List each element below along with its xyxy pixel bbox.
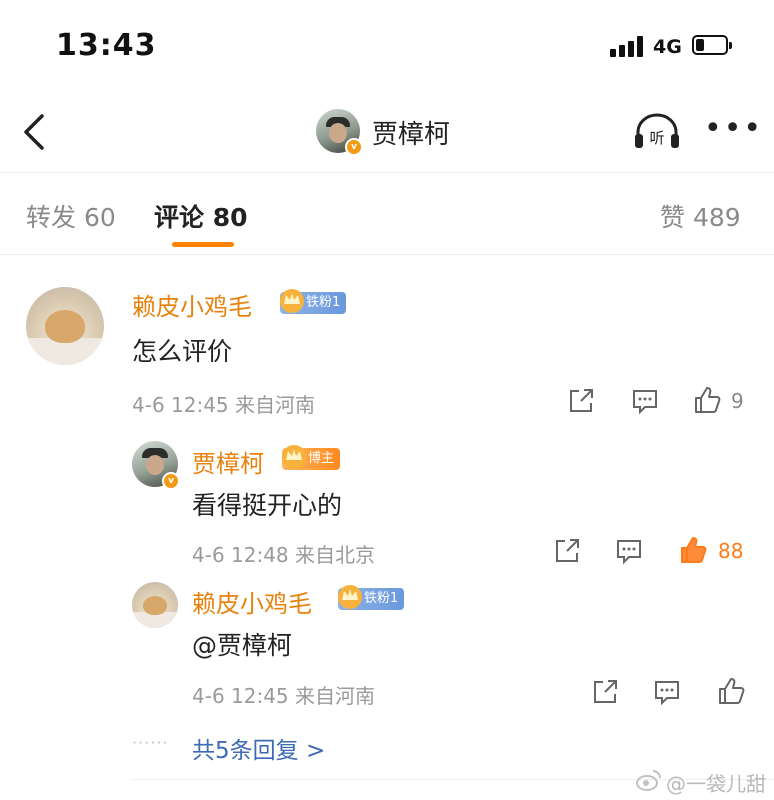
svg-text:听: 听 <box>649 129 664 147</box>
page-title[interactable]: 贾樟柯 <box>372 114 450 151</box>
status-time: 13:43 <box>56 28 157 63</box>
verified-icon: v <box>345 138 363 156</box>
more-icon[interactable]: ••• <box>704 114 763 144</box>
reply-icon[interactable] <box>630 386 660 416</box>
comment-time: 4-6 12:45 <box>192 684 289 708</box>
comment-meta: 4-6 12:48 来自北京 <box>192 539 375 568</box>
battery-icon <box>692 35 732 55</box>
tab-reposts-count: 60 <box>83 203 116 232</box>
tab-comments-label: 评论 <box>154 203 205 232</box>
signal-icon <box>610 35 646 57</box>
tab-likes-count: 489 <box>692 203 741 232</box>
watermark: @一袋儿甜 <box>666 772 766 796</box>
share-icon[interactable] <box>590 677 620 707</box>
avatar[interactable] <box>26 287 104 365</box>
like-icon[interactable] <box>716 676 746 706</box>
crown-icon <box>280 289 304 313</box>
fan-badge-label: 铁粉1 <box>306 295 341 310</box>
tabs-divider <box>0 254 774 255</box>
tab-reposts-label: 转发 <box>26 203 77 232</box>
tab-reposts[interactable]: 转发 60 <box>26 198 116 234</box>
share-icon[interactable] <box>552 536 582 566</box>
view-replies-link[interactable]: 共5条回复 > <box>192 731 325 765</box>
host-badge[interactable]: 博主 <box>282 445 341 470</box>
tab-active-indicator <box>172 242 234 247</box>
fan-badge[interactable]: 铁粉1 <box>280 289 347 314</box>
verified-icon: v <box>162 472 180 490</box>
network-label: 4G <box>653 36 682 58</box>
fan-badge-label: 铁粉1 <box>364 591 399 606</box>
header-divider <box>0 172 774 173</box>
tab-comments[interactable]: 评论 80 <box>154 198 248 234</box>
replies-dots: ······ <box>132 733 169 752</box>
comment-source: 来自河南 <box>295 684 376 708</box>
comment-text: 看得挺开心的 <box>192 491 343 520</box>
comment-time: 4-6 12:45 <box>132 393 229 417</box>
comment-text: @贾樟柯 <box>192 631 293 660</box>
comment-username[interactable]: 赖皮小鸡毛 <box>132 287 252 322</box>
crown-icon <box>282 445 306 469</box>
tab-likes-label: 赞 <box>660 203 686 232</box>
like-count: 88 <box>718 539 744 563</box>
avatar[interactable] <box>132 582 178 628</box>
weibo-logo-icon <box>636 768 662 792</box>
comment-username[interactable]: 贾樟柯 <box>192 444 264 479</box>
crown-icon <box>338 585 362 609</box>
back-icon[interactable] <box>20 112 50 152</box>
fan-badge[interactable]: 铁粉1 <box>338 585 405 610</box>
like-count: 9 <box>731 389 744 413</box>
listen-icon[interactable]: 听 <box>632 112 682 152</box>
reply-icon[interactable] <box>652 677 682 707</box>
reply-icon[interactable] <box>614 536 644 566</box>
tab-likes[interactable]: 赞 489 <box>660 198 741 234</box>
comment-meta: 4-6 12:45 来自河南 <box>132 389 315 418</box>
comment-time: 4-6 12:48 <box>192 543 289 567</box>
comment-username[interactable]: 赖皮小鸡毛 <box>192 584 312 619</box>
share-icon[interactable] <box>566 386 596 416</box>
tab-comments-count: 80 <box>212 203 248 232</box>
liked-icon[interactable] <box>678 535 708 565</box>
comment-text: 怎么评价 <box>132 337 233 366</box>
comment-source: 来自河南 <box>235 393 316 417</box>
host-badge-label: 博主 <box>308 451 335 466</box>
like-icon[interactable] <box>692 385 722 415</box>
comment-source: 来自北京 <box>295 543 376 567</box>
comment-meta: 4-6 12:45 来自河南 <box>192 680 375 709</box>
